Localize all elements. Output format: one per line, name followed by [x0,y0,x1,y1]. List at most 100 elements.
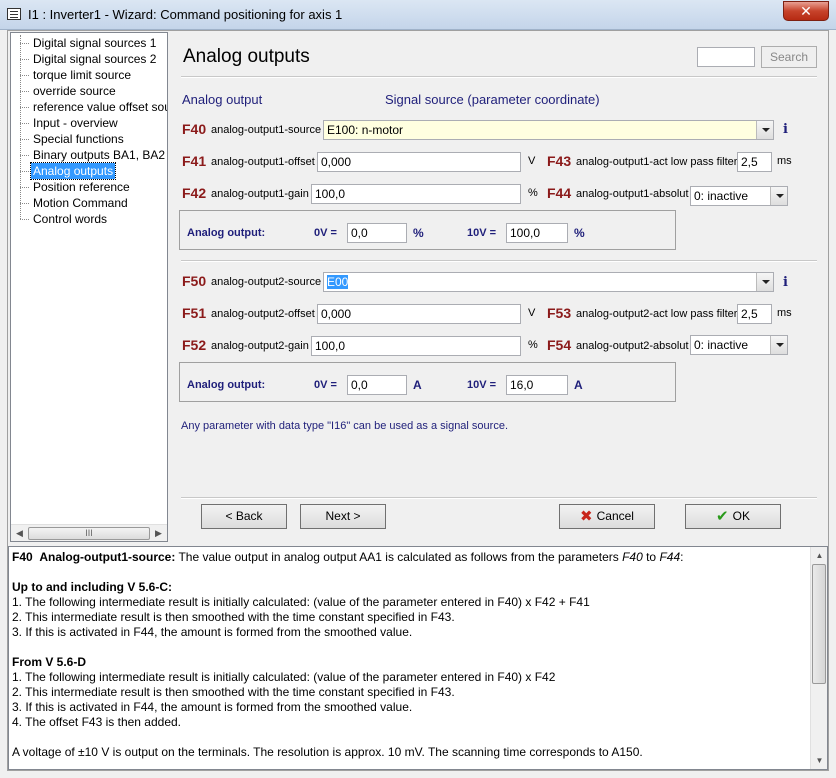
analog-output2-scale-box: Analog output: 0V = 0,0 A 10V = 16,0 A [179,362,676,402]
param-label-f54: analog-output2-absolut [576,340,689,352]
sidebar-item-digital-signal-sources-2[interactable]: Digital signal sources 2 [11,51,167,67]
f54-absolut-select[interactable]: 0: inactive [690,335,788,355]
param-label-f51: analog-output2-offset [211,308,315,320]
scroll-up-icon[interactable]: ▲ [811,547,827,564]
help-sec2-line4: 4. The offset F43 is then added. [12,715,182,729]
sidebar-item-label: reference value offset source [33,100,167,114]
sidebar-item-input-overview[interactable]: Input - overview [11,115,167,131]
sidebar-tree[interactable]: Digital signal sources 1 Digital signal … [10,32,168,542]
help-sec1-line1: 1. The following intermediate result is … [12,595,590,609]
help-head-p1: F40 [622,550,643,564]
back-button[interactable]: < Back [201,504,287,529]
f51-offset-input[interactable]: 0,000 [317,304,521,324]
f43-unit: ms [777,155,792,167]
sidebar-item-label: Motion Command [33,196,128,210]
box2-0v-unit: A [413,378,422,392]
f41-unit: V [528,155,536,167]
f43-filter-input[interactable]: 2,5 [737,152,772,172]
help-head-code: F40 [12,550,33,564]
f51-unit: V [528,307,536,319]
chevron-down-icon[interactable] [770,187,787,205]
sidebar-item-label: Special functions [33,132,124,146]
f44-absolut-select[interactable]: 0: inactive [690,186,788,206]
f53-filter-input[interactable]: 2,5 [737,304,772,324]
param-label-f53: analog-output2-act low pass filter [576,308,738,320]
box1-0v-label: 0V = [314,227,337,239]
sidebar-item-label: Analog outputs [29,162,117,180]
info-icon[interactable]: i [783,275,788,290]
sidebar-item-label: torque limit source [33,68,132,82]
info-icon[interactable]: i [783,122,788,137]
chevron-down-icon[interactable] [756,273,773,291]
sidebar-item-analog-outputs[interactable]: Analog outputs [11,162,167,180]
next-button[interactable]: Next > [300,504,386,529]
help-sec2-title: From V 5.6-D [12,655,808,670]
box2-10v-input[interactable]: 16,0 [506,375,568,395]
main-panel: Analog outputs Search Analog output Sign… [171,32,827,542]
search-button[interactable]: Search [761,46,817,68]
window-title: I1 : Inverter1 - Wizard: Command positio… [28,7,343,22]
ok-button[interactable]: ✔ OK [685,504,781,529]
help-sec2-line2: 2. This intermediate result is then smoo… [12,685,455,699]
sidebar-item-motion-command[interactable]: Motion Command [11,195,167,211]
help-head-text: The value output in analog output AA1 is… [175,550,623,564]
box1-10v-unit: % [574,226,585,240]
close-button[interactable]: ✕ [783,1,829,21]
help-head-title: Analog-output1-source: [39,550,176,564]
f53-unit: ms [777,307,792,319]
cancel-label: Cancel [596,509,634,523]
f42-gain-input[interactable]: 100,0 [311,184,521,204]
help-heading: F40 Analog-output1-source: The value out… [12,550,808,565]
sidebar-item-binary-outputs[interactable]: Binary outputs BA1, BA2 [11,147,167,163]
box2-0v-label: 0V = [314,379,337,391]
ok-label: OK [732,509,750,523]
box2-10v-label: 10V = [467,379,497,391]
sidebar-item-torque-limit-source[interactable]: torque limit source [11,67,167,83]
cancel-button[interactable]: ✖ Cancel [559,504,655,529]
chevron-down-icon[interactable] [756,121,773,139]
param-label-f50: analog-output2-source [211,276,322,288]
param-label-f40: analog-output1-source [211,124,322,136]
sidebar-item-label: Digital signal sources 1 [33,36,157,50]
scroll-right-icon[interactable]: ▶ [150,525,167,541]
box1-10v-input[interactable]: 100,0 [506,223,568,243]
chevron-down-icon[interactable] [770,336,787,354]
f52-gain-input[interactable]: 100,0 [311,336,521,356]
param-code-f40: F40 [182,121,207,137]
param-label-f42: analog-output1-gain [211,188,309,200]
box1-0v-input[interactable]: 0,0 [347,223,407,243]
scroll-thumb[interactable] [812,564,826,684]
f50-source-value: E00 [327,275,349,289]
scroll-down-icon[interactable]: ▼ [811,752,827,769]
f52-unit: % [528,339,538,351]
f54-absolut-value: 0: inactive [694,338,749,352]
param-label-f41: analog-output1-offset [211,156,315,168]
f42-unit: % [528,187,538,199]
f41-offset-input[interactable]: 0,000 [317,152,521,172]
help-footer: A voltage of ±10 V is output on the term… [12,745,643,759]
help-sec2-line3: 3. If this is activated in F44, the amou… [12,700,413,714]
sidebar-item-digital-signal-sources-1[interactable]: Digital signal sources 1 [11,35,167,51]
sidebar-item-override-source[interactable]: override source [11,83,167,99]
param-label-f43: analog-output1-act low pass filter [576,156,738,168]
f50-source-select[interactable]: E00 [323,272,774,292]
window-menu-icon[interactable] [7,8,21,20]
section-divider [181,260,817,262]
sidebar-item-reference-value-offset-source[interactable]: reference value offset source [11,99,167,115]
search-input[interactable] [697,47,755,67]
help-sec1-title: Up to and including V 5.6-C: [12,580,808,595]
sidebar-horizontal-scrollbar[interactable]: ◀ III ▶ [11,524,167,541]
sidebar-item-position-reference[interactable]: Position reference [11,179,167,195]
help-panel[interactable]: F40 Analog-output1-source: The value out… [8,546,828,770]
f44-absolut-value: 0: inactive [694,189,749,203]
sidebar-item-special-functions[interactable]: Special functions [11,131,167,147]
sidebar-list: Digital signal sources 1 Digital signal … [11,35,167,227]
help-vertical-scrollbar[interactable]: ▲ ▼ [810,547,827,769]
box2-0v-input[interactable]: 0,0 [347,375,407,395]
sidebar-item-label: override source [33,84,116,98]
scroll-thumb[interactable]: III [28,527,150,540]
sidebar-item-control-words[interactable]: Control words [11,211,167,227]
f40-source-select[interactable]: E100: n-motor [323,120,774,140]
scroll-left-icon[interactable]: ◀ [11,525,28,541]
column-header-analog-output: Analog output [182,92,263,107]
